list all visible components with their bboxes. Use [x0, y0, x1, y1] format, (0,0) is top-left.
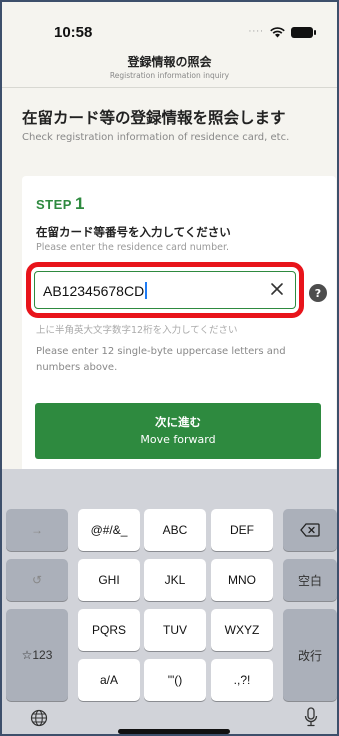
page-subheading: Check registration information of reside…	[22, 132, 290, 143]
key-jkl[interactable]: JKL	[144, 559, 206, 601]
nav-title: 登録情報の照会	[127, 55, 212, 69]
residence-card-number-input[interactable]: AB12345678CD	[34, 271, 296, 309]
battery-icon	[291, 26, 316, 38]
globe-icon[interactable]	[30, 709, 48, 727]
system-icons: ····	[248, 26, 316, 38]
next-label-jp: 次に進む	[155, 415, 201, 429]
delete-key[interactable]	[283, 509, 337, 551]
status-bar: 10:58 ····	[2, 2, 337, 46]
clear-icon[interactable]	[269, 281, 285, 297]
delete-icon	[300, 523, 320, 537]
app-frame: 10:58 ···· 登録情報の照会 Registration informat…	[0, 0, 339, 736]
step-number: 1	[74, 194, 85, 213]
page-heading: 在留カード等の登録情報を照会します	[22, 109, 286, 127]
key-wxyz[interactable]: WXYZ	[211, 609, 273, 651]
hint-en: Please enter 12 single-byte uppercase le…	[36, 346, 286, 373]
key-pqrs[interactable]: PQRS	[78, 609, 140, 651]
key-abc[interactable]: ABC	[144, 509, 206, 551]
move-forward-button[interactable]: 次に進む Move forward	[35, 403, 321, 459]
help-icon[interactable]: ?	[309, 284, 327, 302]
key-def[interactable]: DEF	[211, 509, 273, 551]
key-space[interactable]: 空白	[283, 559, 337, 601]
key-mno[interactable]: MNO	[211, 559, 273, 601]
next-label-en: Move forward	[140, 433, 216, 446]
wifi-icon	[270, 27, 285, 38]
signal-icon: ····	[248, 27, 264, 37]
key-punct[interactable]: .,?!	[211, 659, 273, 701]
step-word: STEP	[36, 197, 72, 212]
nav-divider	[2, 87, 337, 88]
input-text: AB12345678CD	[43, 283, 145, 299]
input-value: AB12345678CD	[43, 282, 147, 299]
key-case[interactable]: a/A	[78, 659, 140, 701]
key-symbols[interactable]: @#/&_	[78, 509, 140, 551]
step-label: STEP 1	[36, 194, 84, 214]
key-return[interactable]: 改行	[283, 609, 337, 701]
key-arrow[interactable]: →	[6, 509, 68, 551]
key-numbers[interactable]: ☆123	[6, 609, 68, 701]
keyboard: → @#/&_ ABC DEF ↺ GHI JKL MNO 空白 ☆123 PQ…	[2, 469, 337, 734]
instruction-en: Please enter the residence card number.	[36, 242, 229, 253]
instruction-jp: 在留カード等番号を入力してください	[36, 225, 231, 239]
hint-jp: 上に半角英大文字数字12桁を入力してください	[36, 325, 238, 336]
key-tuv[interactable]: TUV	[144, 609, 206, 651]
microphone-icon[interactable]	[304, 707, 318, 727]
key-undo[interactable]: ↺	[6, 559, 68, 601]
status-time: 10:58	[54, 24, 93, 41]
text-caret	[145, 282, 147, 299]
nav-subtitle: Registration information inquiry	[109, 71, 230, 80]
key-ghi[interactable]: GHI	[78, 559, 140, 601]
home-indicator	[118, 729, 230, 734]
key-quotes[interactable]: '"()	[144, 659, 206, 701]
step-card: STEP 1 在留カード等番号を入力してください Please enter the…	[22, 176, 336, 496]
